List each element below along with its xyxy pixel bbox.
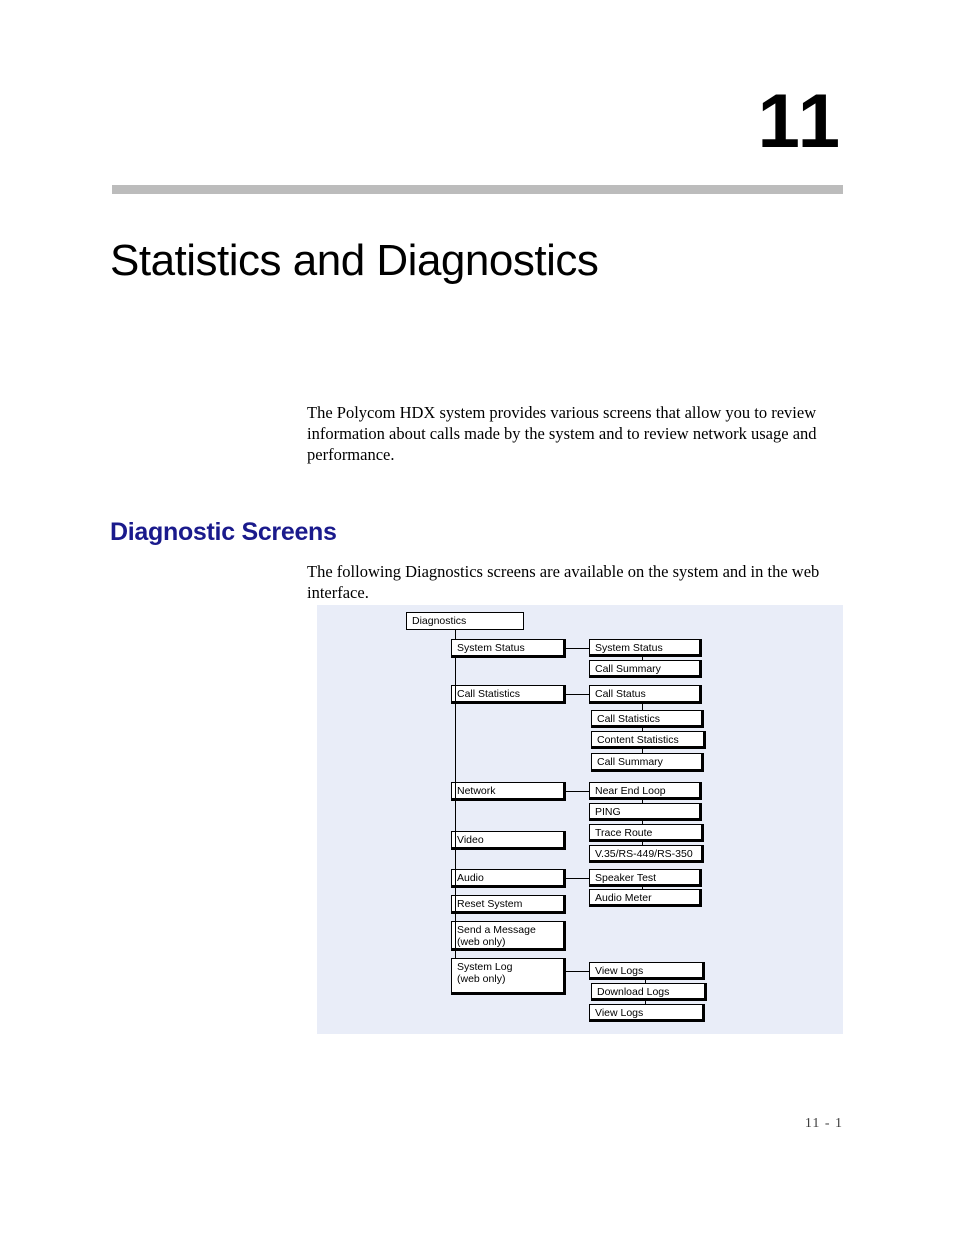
diagram-node-view-logs-screen-2: View Logs	[589, 1004, 705, 1022]
diagram-node-download-logs-screen: Download Logs	[591, 983, 707, 1001]
diagram-node-send-a-message-menu: Send a Message (web only)	[451, 921, 566, 951]
section-paragraph: The following Diagnostics screens are av…	[307, 561, 820, 602]
page-number: 11 - 1	[804, 1116, 843, 1131]
diagram-node-near-end-loop-screen: Near End Loop	[589, 782, 702, 800]
diagram-node-system-status-screen: System Status	[589, 639, 702, 657]
diagram-node-speaker-test-screen: Speaker Test	[589, 869, 702, 887]
diagram-node-call-statistics-screen: Call Statistics	[591, 710, 704, 728]
diagram-node-system-status-menu: System Status	[451, 639, 566, 658]
connector-network-to-submenu	[566, 791, 590, 792]
chapter-number: 11	[757, 79, 842, 164]
diagram-node-call-summary-screen-2: Call Summary	[591, 753, 704, 772]
diagram-node-reset-system-menu: Reset System	[451, 895, 566, 914]
page-root: { "chapter": { "number": "11", "title": …	[0, 0, 954, 1235]
diagram-node-call-status-screen: Call Status	[589, 685, 702, 704]
diagram-node-call-statistics-menu: Call Statistics	[451, 685, 566, 704]
connector-call-statistics-to-submenu	[566, 694, 590, 695]
connector-left-spine	[455, 658, 456, 958]
diagram-node-video-menu: Video	[451, 831, 566, 850]
connector-system-status-to-submenu	[566, 648, 590, 649]
connector-root-to-system-status	[455, 630, 456, 639]
diagram-node-ping-screen: PING	[589, 803, 702, 821]
page-title: Statistics and Diagnostics	[110, 236, 599, 286]
diagram-node-audio-meter-screen: Audio Meter	[589, 889, 702, 907]
diagram-node-audio-menu: Audio	[451, 869, 566, 888]
diagram-node-system-log-menu: System Log (web only)	[451, 958, 566, 995]
diagnostics-screen-map-diagram: Diagnostics System Status Call Statistic…	[317, 605, 843, 1034]
header-rule	[112, 185, 843, 194]
diagram-node-network-menu: Network	[451, 782, 566, 801]
diagram-node-trace-route-screen: Trace Route	[589, 824, 704, 842]
diagram-node-call-summary-screen-1: Call Summary	[589, 660, 702, 678]
connector-audio-to-submenu	[566, 878, 590, 879]
diagram-node-view-logs-screen-1: View Logs	[589, 962, 705, 980]
diagram-node-diagnostics: Diagnostics	[406, 612, 524, 630]
section-heading-diagnostic-screens: Diagnostic Screens	[110, 517, 337, 546]
diagram-node-content-statistics-screen: Content Statistics	[591, 731, 706, 749]
connector-system-log-to-submenu	[566, 971, 590, 972]
diagram-node-v35-rs449-rs350-screen: V.35/RS-449/RS-350	[589, 845, 704, 863]
intro-paragraph: The Polycom HDX system provides various …	[307, 402, 817, 464]
